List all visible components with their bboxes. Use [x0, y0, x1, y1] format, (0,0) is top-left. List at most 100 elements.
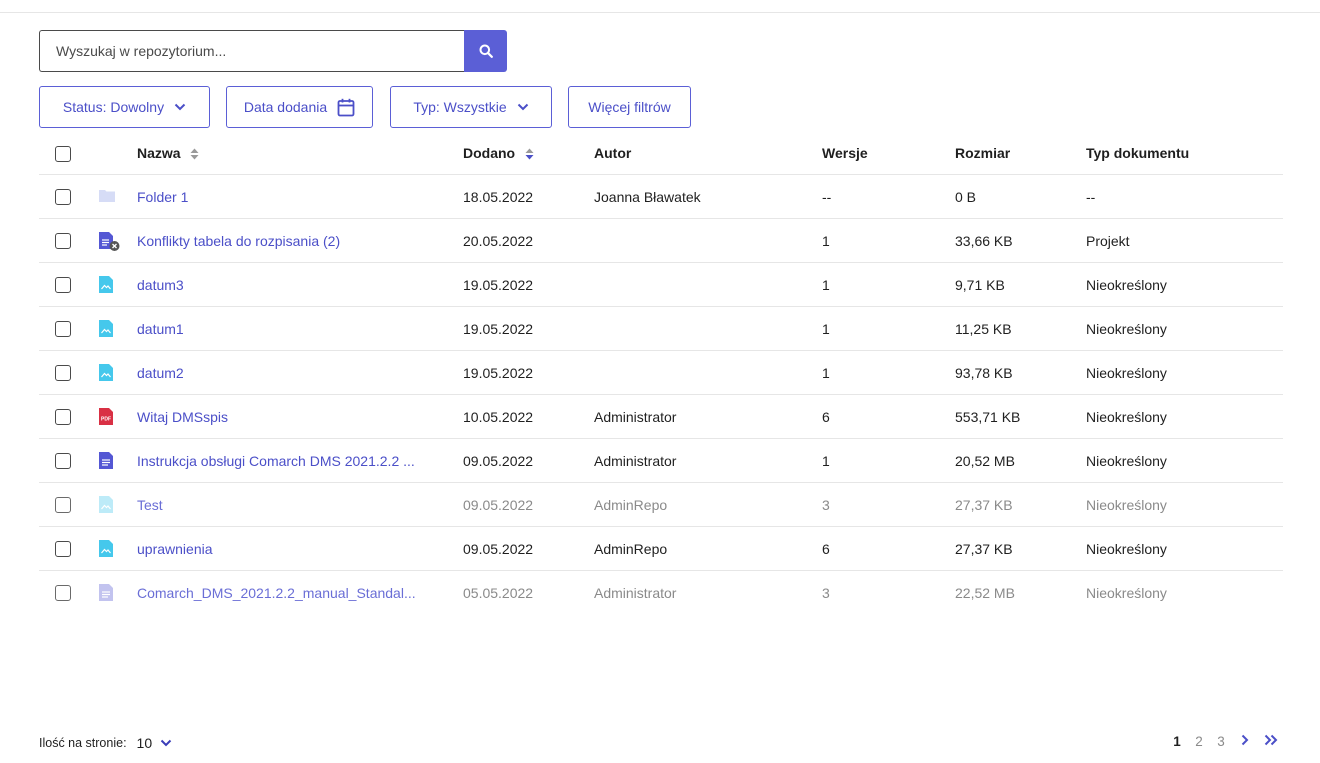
image-file-icon [99, 319, 115, 338]
document-name-link[interactable]: datum3 [137, 277, 184, 293]
image-file-icon [99, 495, 115, 514]
double-chevron-right-icon [1264, 734, 1278, 746]
column-header-name[interactable]: Nazwa [137, 132, 463, 175]
date-added-cell: 20.05.2022 [463, 232, 534, 249]
versions-cell: 1 [822, 232, 830, 249]
row-checkbox[interactable] [55, 497, 71, 514]
row-checkbox[interactable] [55, 541, 71, 558]
sort-descending-icon [525, 148, 534, 160]
chevron-down-icon[interactable] [160, 739, 172, 747]
select-all-checkbox[interactable] [55, 145, 71, 162]
table-row[interactable]: datum2 19.05.2022 1 93,78 KB Nieokreślony [39, 350, 1283, 395]
pdf-file-icon: PDF [99, 407, 115, 426]
page-3-button[interactable]: 3 [1210, 734, 1232, 749]
doc-type-cell: Nieokreślony [1086, 584, 1167, 601]
document-name-link[interactable]: Folder 1 [137, 189, 188, 205]
column-header-added-label: Dodano [463, 145, 516, 161]
row-checkbox[interactable] [55, 277, 71, 294]
chevron-down-icon [517, 103, 528, 111]
document-name-link[interactable]: Test [137, 497, 163, 513]
document-name-link[interactable]: Witaj DMSspis [137, 409, 228, 425]
column-header-added[interactable]: Dodano [463, 132, 594, 175]
table-row[interactable]: Konflikty tabela do rozpisania (2) 20.05.… [39, 218, 1283, 263]
row-checkbox[interactable] [55, 585, 71, 602]
column-header-name-label: Nazwa [137, 145, 181, 161]
row-checkbox[interactable] [55, 321, 71, 338]
type-filter-label: Typ: Wszystkie [413, 99, 507, 115]
size-cell: 27,37 KB [955, 496, 1013, 513]
document-name-link[interactable]: uprawnienia [137, 541, 213, 557]
page-size-label: Ilość na stronie: [39, 736, 127, 750]
sort-icon [190, 148, 199, 160]
search-input[interactable] [39, 30, 464, 72]
author-cell [594, 351, 822, 395]
size-cell: 93,78 KB [955, 364, 1013, 381]
author-cell: Administrator [594, 408, 677, 425]
row-checkbox[interactable] [55, 233, 71, 250]
status-filter-button[interactable]: Status: Dowolny [39, 86, 210, 128]
size-cell: 0 B [955, 188, 977, 205]
table-row[interactable]: datum3 19.05.2022 1 9,71 KB Nieokreślony [39, 262, 1283, 307]
page-size-value[interactable]: 10 [137, 735, 153, 751]
date-added-filter-button[interactable]: Data dodania [226, 86, 373, 128]
table-header-row: Nazwa Dodano Autor Wersje Rozmiar Typ do… [39, 132, 1283, 175]
author-cell: Joanna Bławatek [594, 188, 701, 205]
table-row[interactable]: Test 09.05.2022 AdminRepo 3 27,37 KB Nieokreś… [39, 482, 1283, 527]
author-cell [594, 219, 822, 263]
document-name-link[interactable]: Comarch_DMS_2021.2.2_manual_Standal... [137, 585, 416, 601]
date-added-cell: 09.05.2022 [463, 452, 534, 469]
document-name-link[interactable]: Konflikty tabela do rozpisania (2) [137, 233, 340, 249]
more-filters-label: Więcej filtrów [588, 99, 671, 115]
author-cell [594, 263, 822, 307]
size-cell: 11,25 KB [955, 320, 1012, 337]
date-added-cell: 19.05.2022 [463, 320, 534, 337]
doc-type-cell: Nieokreślony [1086, 408, 1167, 425]
image-file-icon [99, 363, 115, 382]
row-checkbox[interactable] [55, 453, 71, 470]
document-name-link[interactable]: Instrukcja obsługi Comarch DMS 2021.2.2 … [137, 453, 415, 469]
next-page-button[interactable] [1232, 734, 1258, 749]
documents-table: Nazwa Dodano Autor Wersje Rozmiar Typ do… [39, 132, 1283, 614]
versions-cell: 6 [822, 408, 830, 425]
table-row[interactable]: Comarch_DMS_2021.2.2_manual_Standal... 05… [39, 570, 1283, 615]
document-name-link[interactable]: datum1 [137, 321, 184, 337]
document-name-link[interactable]: datum2 [137, 365, 184, 381]
row-checkbox[interactable] [55, 189, 71, 206]
last-page-button[interactable] [1258, 734, 1284, 749]
size-cell: 553,71 KB [955, 408, 1021, 425]
table-row[interactable]: uprawnienia 09.05.2022 AdminRepo 6 27,37 KB N… [39, 526, 1283, 571]
page-2-button[interactable]: 2 [1188, 734, 1210, 749]
search-button[interactable] [464, 30, 507, 72]
versions-cell: 6 [822, 540, 830, 557]
table-row[interactable]: Folder 1 18.05.2022 Joanna Bławatek -- 0 B -- [39, 174, 1283, 219]
page-1-button[interactable]: 1 [1166, 734, 1188, 749]
more-filters-button[interactable]: Więcej filtrów [568, 86, 691, 128]
row-checkbox[interactable] [55, 365, 71, 382]
image-file-icon [99, 275, 115, 294]
table-row[interactable]: datum1 19.05.2022 1 11,25 KB Nieokreślony [39, 306, 1283, 351]
date-added-cell: 05.05.2022 [463, 584, 534, 601]
versions-cell: 3 [822, 496, 830, 513]
document-locked-icon [99, 231, 120, 251]
versions-cell: 3 [822, 584, 830, 601]
doc-type-cell: Nieokreślony [1086, 496, 1167, 513]
doc-type-cell: Nieokreślony [1086, 276, 1167, 293]
table-row[interactable]: PDF Witaj DMSspis 10.05.2022 Administrator 6… [39, 394, 1283, 439]
size-cell: 20,52 MB [955, 452, 1015, 469]
doc-type-cell: Nieokreślony [1086, 364, 1167, 381]
table-row[interactable]: Instrukcja obsługi Comarch DMS 2021.2.2 … [39, 438, 1283, 483]
size-cell: 27,37 KB [955, 540, 1013, 557]
date-added-cell: 10.05.2022 [463, 408, 534, 425]
doc-type-cell: Projekt [1086, 232, 1130, 249]
type-filter-button[interactable]: Typ: Wszystkie [390, 86, 552, 128]
document-icon [99, 451, 115, 470]
date-added-cell: 19.05.2022 [463, 276, 534, 293]
document-icon [99, 583, 115, 602]
date-added-cell: 09.05.2022 [463, 540, 534, 557]
author-cell: AdminRepo [594, 496, 668, 513]
doc-type-cell: Nieokreślony [1086, 540, 1167, 557]
row-checkbox[interactable] [55, 409, 71, 426]
calendar-icon [337, 98, 355, 116]
versions-cell: -- [822, 188, 832, 205]
search-bar [39, 30, 507, 72]
